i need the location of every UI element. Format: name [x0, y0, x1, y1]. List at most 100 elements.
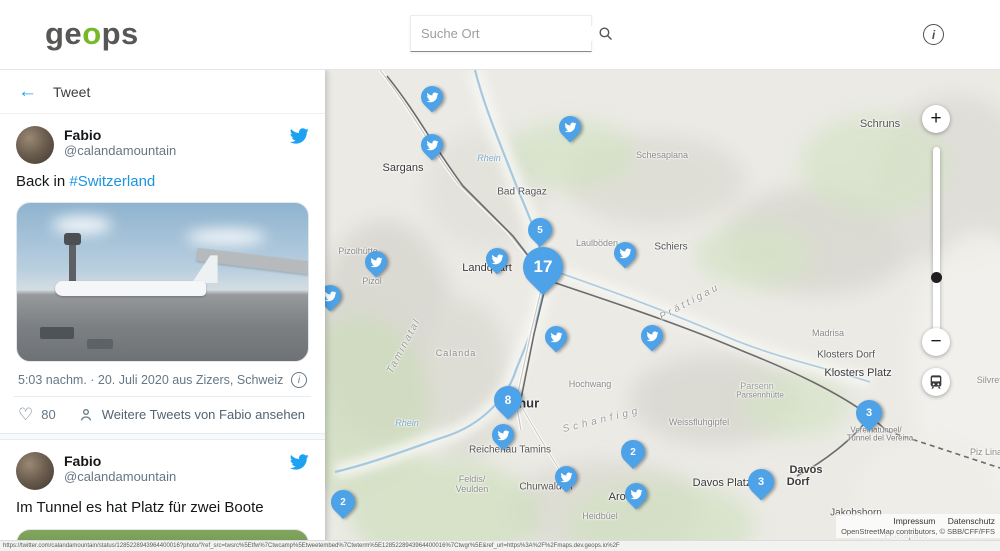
photo-cloud	[186, 229, 266, 245]
tweet-marker-pin[interactable]	[641, 325, 663, 347]
search-icon[interactable]	[597, 25, 614, 42]
tweet-marker-pin[interactable]	[555, 466, 577, 488]
tweet-marker-pin[interactable]	[625, 483, 647, 505]
map-label: Reichenau Tamins	[469, 445, 551, 456]
tweet-marker-pin[interactable]	[365, 251, 387, 273]
datenschutz-link[interactable]: Datenschutz	[948, 516, 995, 526]
photo-control-tower-head	[64, 233, 81, 245]
tweet-marker-pin[interactable]	[614, 242, 636, 264]
tweet-marker-pin[interactable]	[492, 424, 514, 446]
like-count[interactable]: 80	[41, 407, 55, 422]
avatar[interactable]	[16, 126, 54, 164]
geops-logo[interactable]: geops	[45, 16, 139, 52]
cluster-count: 3	[748, 469, 774, 495]
twitter-bird-icon	[421, 134, 443, 156]
search-input[interactable]	[421, 26, 597, 41]
tweet-marker-pin[interactable]	[559, 116, 581, 138]
cluster-count: 17	[523, 247, 563, 287]
map-canvas[interactable]: SchrunsSchesaplanaSargansRheinBad RagazL…	[325, 70, 1000, 551]
tweet-header: Fabio @calandamountain	[16, 126, 309, 164]
map-label: Veulden	[456, 484, 489, 494]
zoom-in-button[interactable]: +	[922, 105, 950, 133]
map-label: Schesaplana	[636, 150, 688, 160]
tweet-cluster-pin[interactable]: 8	[494, 386, 522, 414]
map-label: Schruns	[860, 118, 900, 130]
zoom-slider[interactable]	[933, 147, 940, 332]
tweet-card: Fabio @calandamountain Im Tunnel es hat …	[0, 440, 325, 551]
twitter-bird-icon	[555, 466, 577, 488]
tweet-marker-pin[interactable]	[545, 326, 567, 348]
cluster-count: 8	[494, 386, 522, 414]
twitter-bird-icon	[365, 251, 387, 273]
map-label: Schiers	[654, 242, 687, 253]
tweet-marker-pin[interactable]	[421, 134, 443, 156]
tweet-author-name[interactable]: Fabio	[64, 453, 279, 469]
impressum-link[interactable]: Impressum	[893, 516, 935, 526]
hashtag-link[interactable]: #Switzerland	[69, 173, 155, 190]
logo-text-suffix: ps	[102, 16, 139, 51]
zoom-out-button[interactable]: −	[922, 328, 950, 356]
map-label: Dorf	[787, 476, 810, 488]
tweet-cluster-pin[interactable]: 17	[523, 247, 563, 287]
card-separator	[0, 433, 325, 440]
cluster-count: 2	[331, 490, 355, 514]
map-label: Rhein	[477, 153, 501, 163]
map-label: Rhein	[395, 418, 419, 428]
tweet-text-plain: Im Tunnel es hat Platz für zwei Boote	[16, 499, 264, 516]
status-bar-url: https://twitter.com/calandamountain/stat…	[0, 540, 1000, 551]
map-label: Calanda	[436, 348, 477, 358]
like-icon[interactable]: ♡	[18, 406, 33, 423]
train-layer-button[interactable]	[922, 368, 950, 396]
tweet-author-handle[interactable]: @calandamountain	[64, 143, 279, 158]
twitter-logo-icon[interactable]	[289, 452, 309, 477]
map-label: Piz Linard	[970, 447, 1000, 457]
tweet-author: Fabio @calandamountain	[64, 452, 279, 484]
twitter-bird-icon	[625, 483, 647, 505]
tweet-marker-pin[interactable]	[486, 248, 508, 270]
twitter-bird-icon	[325, 285, 341, 307]
tweet-info-icon[interactable]: i	[291, 372, 307, 388]
back-arrow-icon[interactable]: ←	[18, 82, 37, 101]
tweet-author-handle[interactable]: @calandamountain	[64, 469, 279, 484]
map-label: Klosters Dorf	[817, 350, 875, 361]
more-tweets-link[interactable]: Weitere Tweets von Fabio ansehen	[102, 407, 305, 422]
map-label: Hochwang	[569, 379, 612, 389]
twitter-bird-icon	[421, 86, 443, 108]
zoom-slider-handle[interactable]	[931, 272, 942, 283]
cluster-count: 3	[856, 400, 882, 426]
map-label: Madrisa	[812, 328, 844, 338]
search-box[interactable]	[410, 15, 592, 52]
map-label: Davos Platz	[693, 477, 752, 489]
photo-ground-vehicle	[87, 339, 113, 349]
map-label: Prättigau	[658, 281, 722, 322]
tweet-timestamp: 5:03 nachm. · 20. Juli 2020 aus Zizers, …	[18, 373, 283, 387]
logo-accent: o	[82, 16, 101, 51]
tweet-cluster-pin[interactable]: 3	[856, 400, 882, 426]
photo-cloud	[52, 216, 112, 234]
map-label: Davos	[789, 464, 822, 476]
map-label: Parsennhütte	[736, 391, 784, 400]
map-label: Bad Ragaz	[497, 187, 546, 198]
tweet-marker-pin[interactable]	[421, 86, 443, 108]
info-icon[interactable]: i	[923, 24, 944, 45]
tweet-cluster-pin[interactable]: 5	[528, 218, 552, 242]
map-label: Tunnel del Vereina	[847, 434, 913, 443]
tweet-marker-pin[interactable]	[325, 285, 341, 307]
tweet-cluster-pin[interactable]: 2	[621, 440, 645, 464]
map-label: Schanfigg	[562, 405, 643, 435]
map-label: Silvretta	[977, 375, 1000, 385]
sidebar-header: ← Tweet	[0, 70, 325, 114]
map-overlay: SchrunsSchesaplanaSargansRheinBad RagazL…	[325, 70, 1000, 551]
person-icon[interactable]	[78, 407, 94, 423]
tweet-cluster-pin[interactable]: 3	[748, 469, 774, 495]
tweet-cluster-pin[interactable]: 2	[331, 490, 355, 514]
tweet-author: Fabio @calandamountain	[64, 126, 279, 158]
avatar[interactable]	[16, 452, 54, 490]
tweet-author-name[interactable]: Fabio	[64, 127, 279, 143]
twitter-logo-icon[interactable]	[289, 126, 309, 151]
tweet-photo-airport[interactable]	[16, 202, 309, 362]
tweet-sidebar: ← Tweet Fabio @calandamountain Back in #…	[0, 70, 325, 551]
map-label: Pizol	[362, 276, 382, 286]
map-attribution: Impressum Datenschutz OpenStreetMap cont…	[836, 514, 1000, 538]
sidebar-title: Tweet	[53, 84, 90, 100]
